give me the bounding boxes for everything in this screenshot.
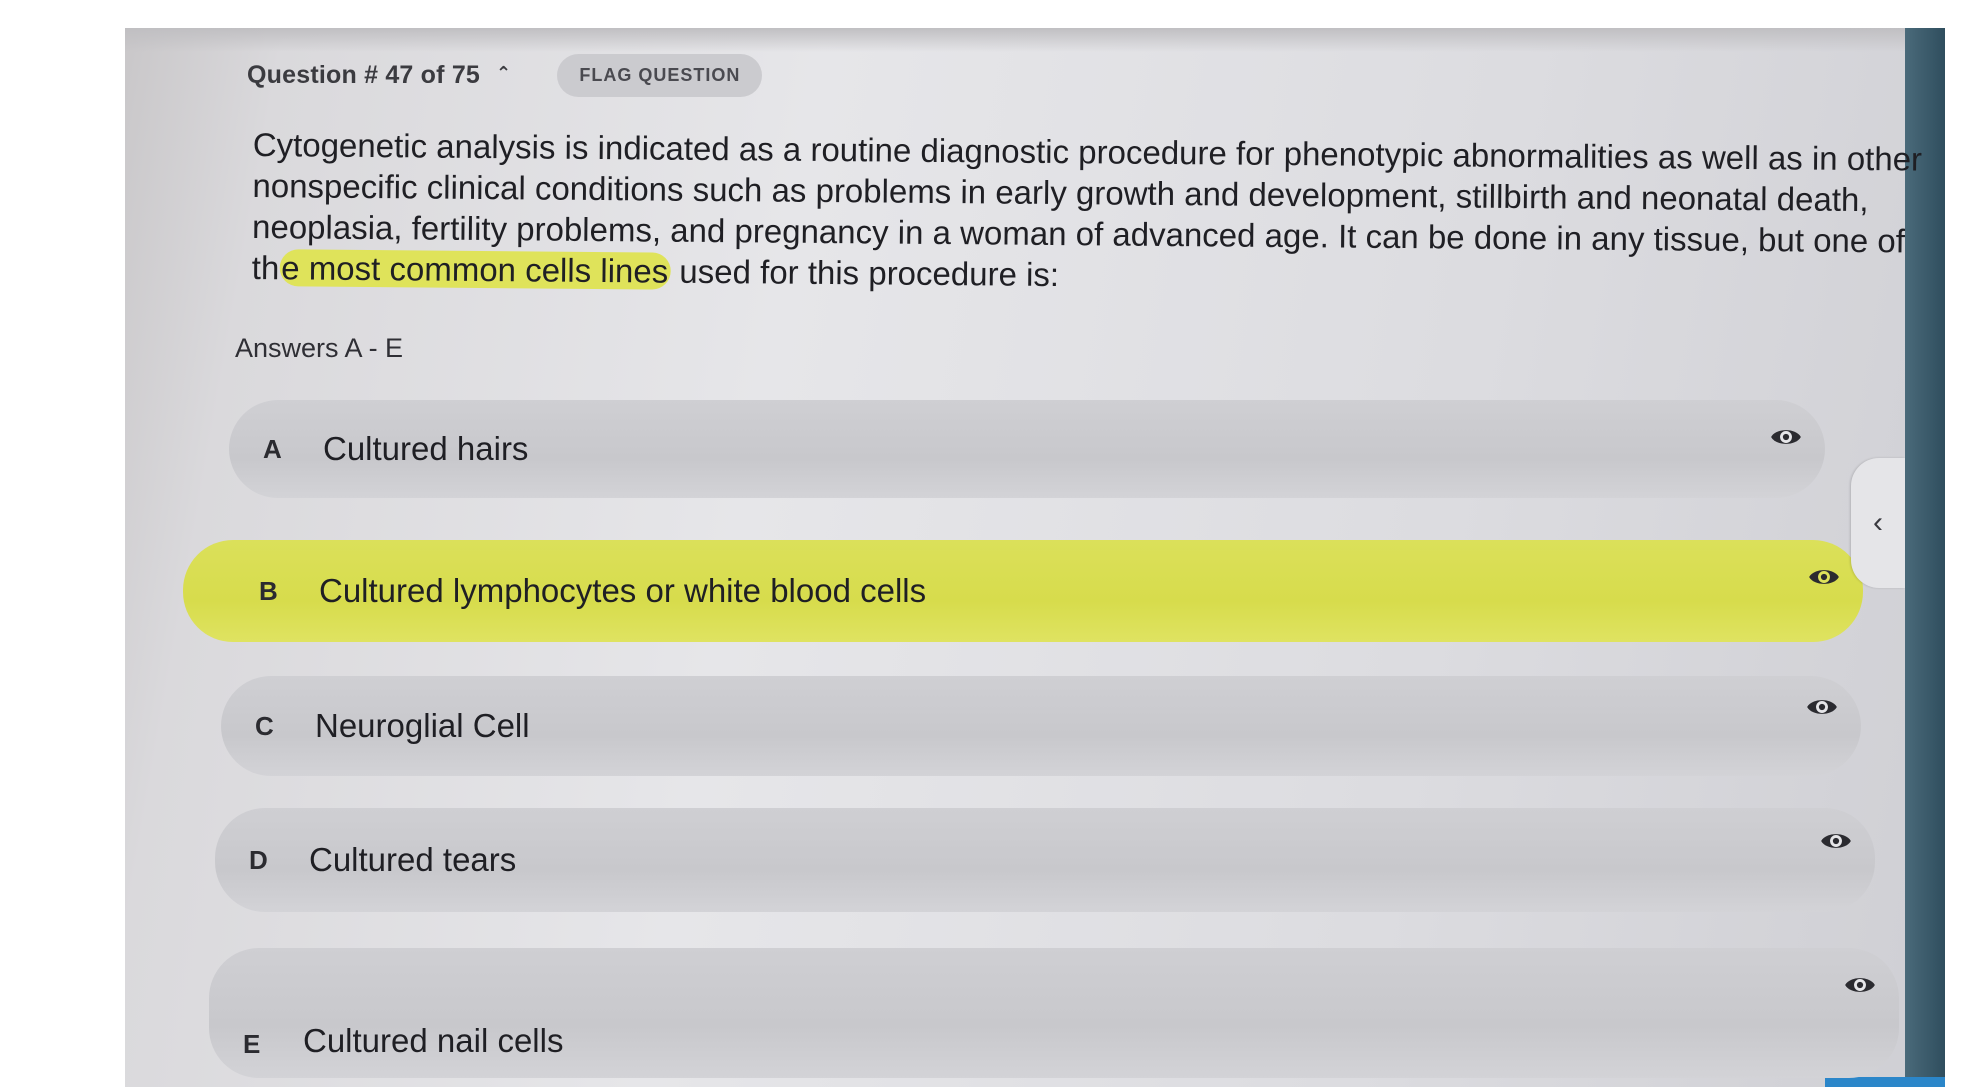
answer-option-d[interactable]: D Cultured tears xyxy=(215,808,1875,912)
eye-icon[interactable] xyxy=(1805,690,1839,724)
eye-icon[interactable] xyxy=(1769,420,1803,454)
eye-icon[interactable] xyxy=(1807,560,1841,594)
answer-option-c[interactable]: C Neuroglial Cell xyxy=(221,676,1861,776)
question-text-part: used for this procedure is: xyxy=(670,252,1060,294)
question-counter-label: Question # 47 of 75 xyxy=(247,61,481,89)
answers-label: Answers A - E xyxy=(235,333,404,363)
option-letter: C xyxy=(255,710,274,741)
flag-question-button[interactable]: FLAG QUESTION xyxy=(557,54,763,97)
question-counter[interactable]: Question # 47 of 75 ⌃ xyxy=(247,61,511,90)
question-stem: Cytogenetic analysis is indicated as a r… xyxy=(252,124,1945,303)
eye-icon[interactable] xyxy=(1819,824,1853,858)
question-header: Question # 47 of 75 ⌃ FLAG QUESTION xyxy=(247,54,763,97)
option-text: Cultured tears xyxy=(309,841,517,878)
option-text: Cultured hairs xyxy=(323,430,529,467)
chevron-up-icon[interactable]: ⌃ xyxy=(496,63,511,84)
taskbar-edge xyxy=(1825,1077,1945,1087)
quiz-screen: Question # 47 of 75 ⌃ FLAG QUESTION Cyto… xyxy=(125,28,1945,1087)
answer-option-e[interactable]: E Cultured nail cells xyxy=(209,948,1899,1078)
option-text: Cultured lymphocytes or white blood cell… xyxy=(319,572,927,609)
screen-bezel-top xyxy=(125,28,1945,52)
option-text: Cultured nail cells xyxy=(303,1022,564,1059)
option-letter: A xyxy=(263,433,282,464)
option-text: Neuroglial Cell xyxy=(315,707,530,744)
question-text-highlight: e most common cells lines xyxy=(279,249,671,290)
chevron-left-icon: ‹ xyxy=(1873,506,1883,539)
option-letter: E xyxy=(243,1029,261,1059)
option-letter: B xyxy=(259,575,278,606)
answer-option-b[interactable]: B Cultured lymphocytes or white blood ce… xyxy=(183,540,1863,642)
side-panel-toggle[interactable]: ‹ xyxy=(1851,458,1905,588)
option-letter: D xyxy=(249,844,268,875)
answer-option-a[interactable]: A Cultured hairs xyxy=(229,400,1825,498)
eye-icon[interactable] xyxy=(1843,968,1877,1002)
